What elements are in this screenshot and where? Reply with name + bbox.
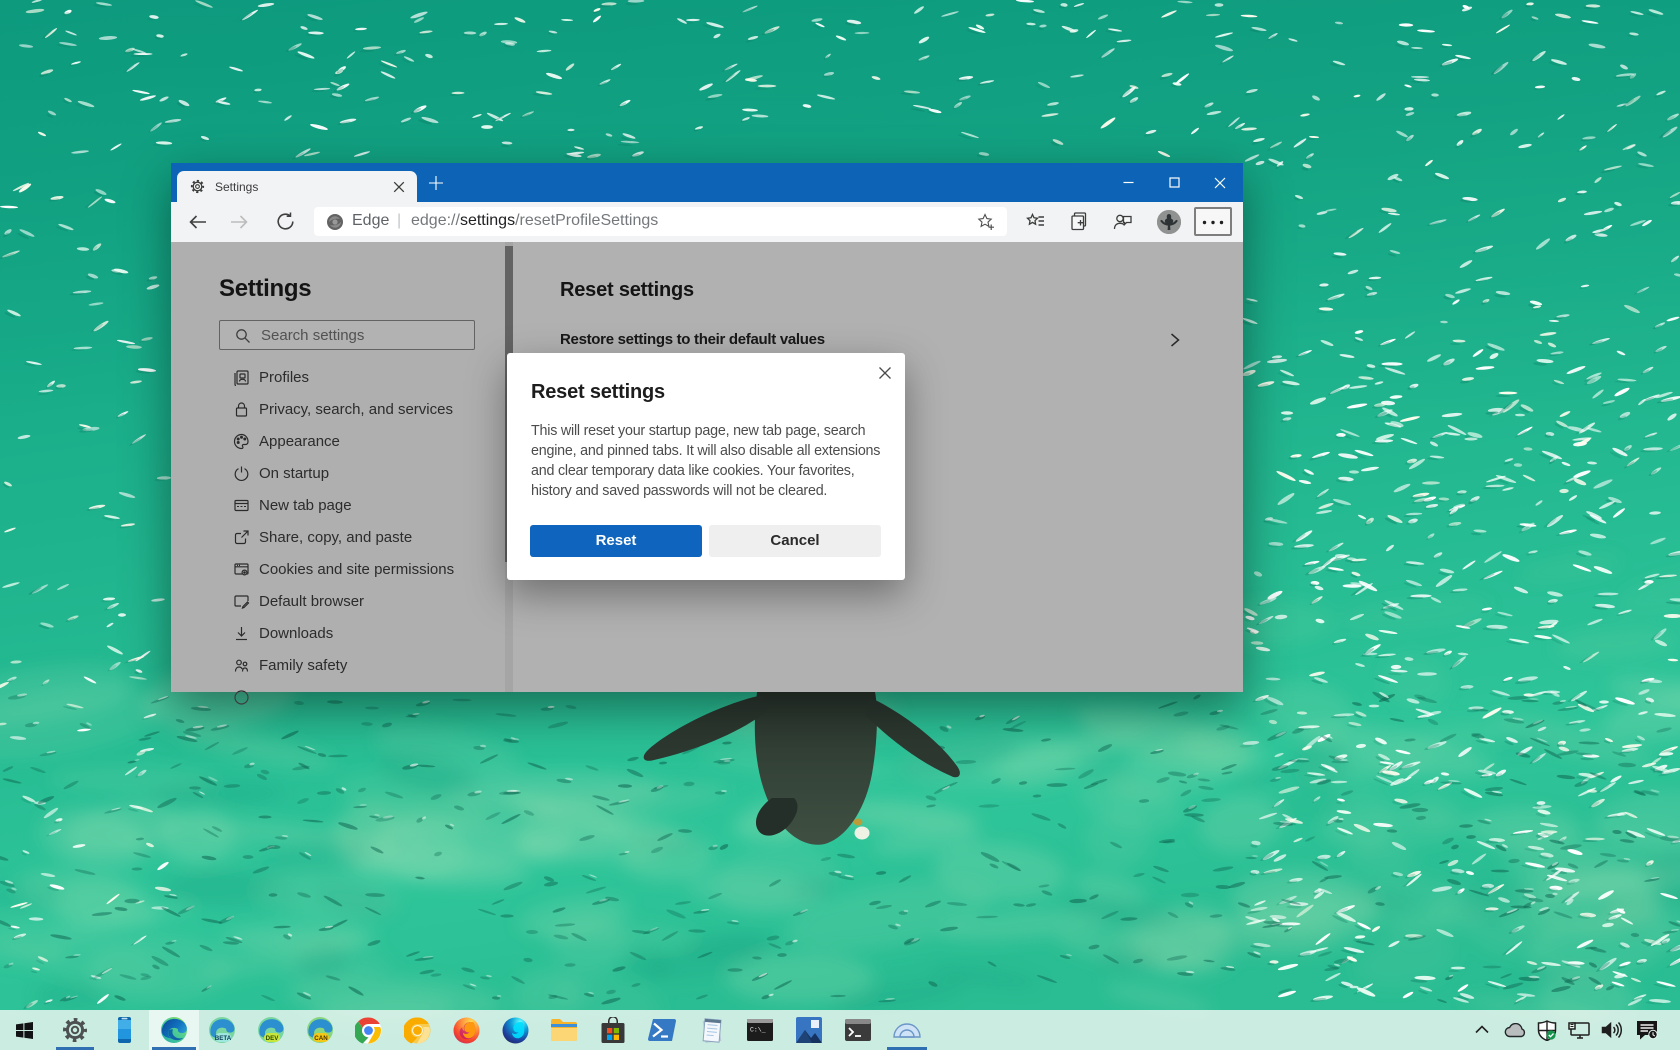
- svg-text:DEV: DEV: [266, 1035, 280, 1042]
- svg-text:BETA: BETA: [215, 1035, 232, 1042]
- svg-text:CAN: CAN: [314, 1035, 328, 1042]
- svg-text:C:\_: C:\_: [750, 1027, 766, 1034]
